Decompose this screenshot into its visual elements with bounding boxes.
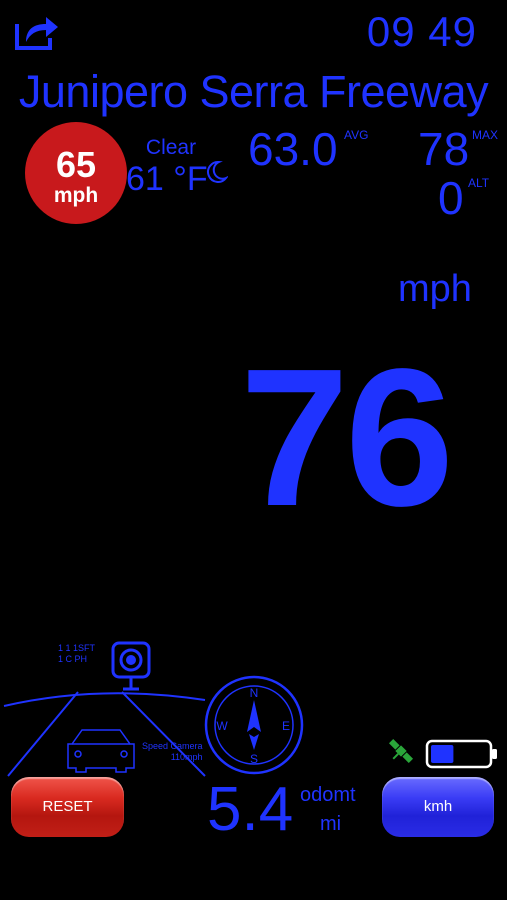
camera-limit: 1 C PH [58, 654, 88, 664]
average-label: AVG [344, 128, 369, 142]
weather-condition: Clear [145, 136, 197, 159]
max-speed: 78 [418, 123, 470, 175]
satellite-icon [388, 738, 414, 764]
compass: N E S W [204, 675, 304, 775]
odometer-label: odomt [300, 784, 356, 806]
car-icon [67, 729, 135, 773]
speed-limit-value: 65 [55, 144, 97, 185]
battery-level [431, 745, 454, 763]
current-speed: 76 [240, 328, 454, 547]
speed-limit-unit: mph [53, 184, 99, 207]
road-lanes-graphic [3, 691, 206, 777]
compass-n: N [250, 686, 259, 700]
average-speed: 63.0 [248, 123, 338, 175]
speed-camera-value: 110mph [170, 752, 203, 762]
reset-button[interactable]: RESET [11, 777, 124, 837]
altitude-label: ALT [468, 176, 490, 190]
unit-toggle-button[interactable]: kmh [382, 777, 494, 837]
altitude: 0 [438, 172, 464, 224]
temperature: 61 °F [126, 160, 208, 198]
max-label: MAX [472, 128, 499, 142]
road-name: Junipero Serra Freeway [18, 66, 489, 117]
odometer-unit: mi [320, 813, 342, 835]
speed-camera-label: Speed Camera [142, 741, 203, 751]
odometer-value: 5.4 [207, 775, 294, 844]
compass-s: S [250, 752, 258, 766]
compass-w: W [216, 719, 228, 733]
moon-icon [207, 160, 228, 183]
speed-unit-label: mph [398, 268, 472, 310]
camera-distance: 1 1 1SFT [58, 643, 96, 653]
compass-e: E [282, 719, 290, 733]
share-icon[interactable] [14, 13, 60, 51]
battery-icon [425, 739, 497, 769]
speed-limit-sign: 65 mph [25, 122, 127, 224]
camera-distance-label: 1 1 1SFT 1 C PH [58, 643, 95, 665]
clock: 09 49 [366, 8, 477, 55]
speed-camera-info: Speed Camera 110mph [142, 741, 203, 763]
